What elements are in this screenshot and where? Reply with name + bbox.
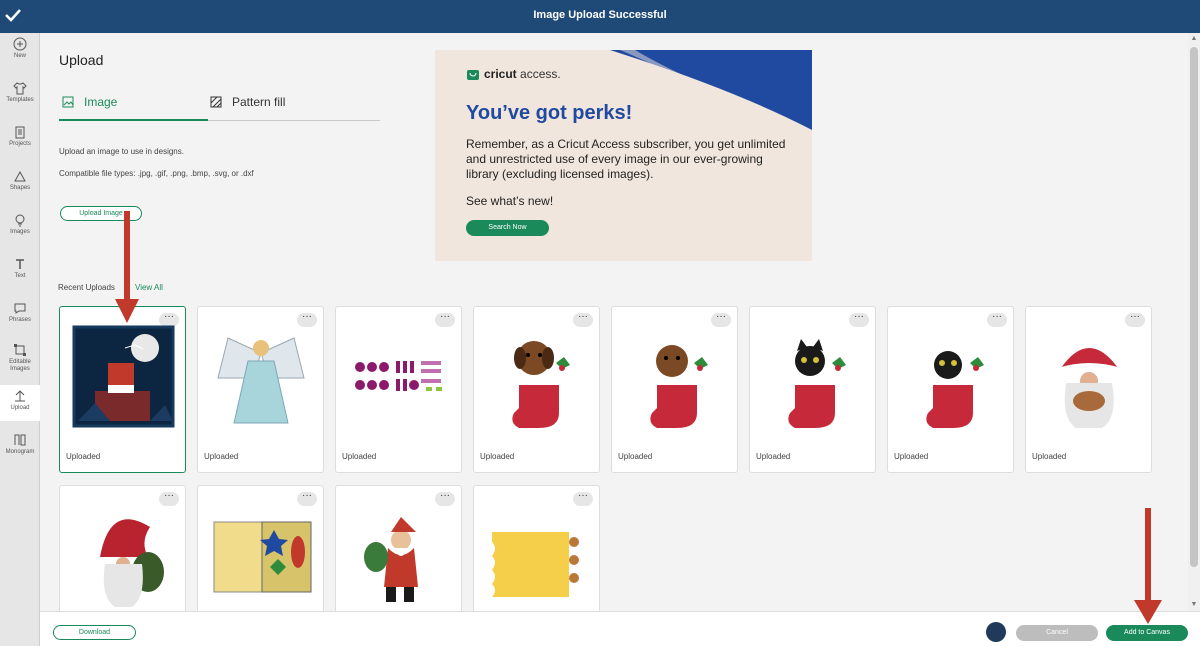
upload-caption: Uploaded <box>618 452 653 461</box>
santa-toys-thumbnail <box>364 517 418 602</box>
ornament-card-thumbnail <box>213 521 312 593</box>
tab-pattern-fill[interactable]: Pattern fill <box>210 95 285 121</box>
upload-card[interactable]: ··· Uploaded <box>887 306 1014 473</box>
scroll-up-icon[interactable]: ▲ <box>1190 35 1198 43</box>
sidebar-item-label: Templates <box>6 97 34 103</box>
page-title: Image Upload Successful <box>533 9 667 21</box>
cricut-bag-icon <box>467 70 479 80</box>
plus-circle-icon <box>13 37 27 51</box>
upload-caption: Uploaded <box>480 452 515 461</box>
puppy-stocking-thumbnail-2 <box>650 345 708 428</box>
pattern-icon <box>210 96 222 108</box>
scrollbar-thumb[interactable] <box>1190 47 1198 567</box>
sidebar-item-text[interactable]: Text <box>0 257 40 280</box>
gnome-cookies-thumbnail <box>1058 348 1121 428</box>
kitten-stocking-thumbnail-2 <box>926 351 984 428</box>
download-button[interactable]: Download <box>53 625 136 640</box>
annotation-arrow-down-add <box>1134 508 1162 624</box>
promo-body: Remember, as a Cricut Access subscriber,… <box>466 137 786 181</box>
sidebar-item-phrases[interactable]: Phrases <box>0 301 40 324</box>
yellow-gingerbread-card-thumbnail <box>492 532 579 597</box>
upload-card[interactable]: ··· Uploaded <box>59 306 186 473</box>
sidebar-item-shapes[interactable]: Shapes <box>0 169 40 192</box>
gnome-red-thumbnail <box>100 519 164 607</box>
upload-caption: Uploaded <box>756 452 791 461</box>
sidebar-item-editable-images[interactable]: Editable Images <box>0 343 40 373</box>
sidebar-item-label: Projects <box>9 141 31 147</box>
sidebar-item-templates[interactable]: Templates <box>0 81 40 104</box>
image-icon <box>62 96 74 108</box>
sidebar-item-label: Monogram <box>5 449 35 455</box>
sidebar-item-label: Images <box>10 229 30 235</box>
monogram-icon <box>14 434 26 446</box>
cancel-button[interactable]: Cancel <box>1016 625 1098 641</box>
sidebar-item-monogram[interactable]: Monogram <box>0 433 40 456</box>
sidebar-item-label: Phrases <box>8 317 31 323</box>
scrollbar[interactable]: ▲ ▼ <box>1188 33 1200 611</box>
promo-whats-new: See what’s new! <box>466 194 554 208</box>
sidebar-item-label: Upload <box>10 405 30 411</box>
avatar[interactable] <box>986 622 1006 642</box>
upload-panel: Upload Image Pattern fill Upload an imag… <box>40 33 1188 646</box>
clipboard-icon <box>15 126 25 139</box>
upload-caption: Uploaded <box>894 452 929 461</box>
puppy-stocking-thumbnail <box>512 341 570 428</box>
upload-card[interactable]: ··· Uploaded <box>335 306 462 473</box>
bulb-icon <box>15 214 25 227</box>
shirt-icon <box>13 82 27 95</box>
upload-caption: Uploaded <box>342 452 377 461</box>
text-icon <box>16 259 24 269</box>
angel-thumbnail <box>217 337 305 424</box>
sidebar-item-label: New <box>13 53 26 59</box>
sidebar: New Templates Projects Shapes Images Tex… <box>0 33 40 646</box>
sidebar-item-label: Shapes <box>9 185 31 191</box>
sidebar-item-new[interactable]: New <box>0 37 40 60</box>
upload-card[interactable]: ··· Uploaded <box>611 306 738 473</box>
panel-title: Upload <box>59 52 104 68</box>
sidebar-item-projects[interactable]: Projects <box>0 125 40 148</box>
tab-label: Pattern fill <box>232 95 286 109</box>
tab-image[interactable]: Image <box>62 95 117 121</box>
upload-card[interactable]: ··· Uploaded <box>473 306 600 473</box>
cricut-access-logo: cricut access. <box>466 67 561 81</box>
shapes-icon <box>14 170 26 182</box>
speech-bubble-icon <box>14 303 26 314</box>
top-bar: Image Upload Successful <box>0 0 1200 33</box>
tab-label: Image <box>84 95 118 109</box>
santa-chimney-thumbnail <box>72 325 175 428</box>
search-now-button[interactable]: Search Now <box>466 220 549 236</box>
purple-pattern-thumbnail <box>355 361 442 391</box>
upload-card[interactable]: ··· Uploaded <box>1025 306 1152 473</box>
upload-card[interactable]: ··· Uploaded <box>197 306 324 473</box>
file-types-text: Compatible file types: .jpg, .gif, .png,… <box>59 169 254 178</box>
view-all-link[interactable]: View All <box>135 283 163 292</box>
upload-icon <box>15 390 25 402</box>
kitten-stocking-thumbnail <box>788 339 846 428</box>
promo-headline: You’ve got perks! <box>466 102 633 124</box>
sidebar-item-images[interactable]: Images <box>0 213 40 236</box>
upload-card[interactable]: ··· Uploaded <box>749 306 876 473</box>
sidebar-item-label: Editable Images <box>9 359 31 372</box>
annotation-arrow-down <box>115 211 139 323</box>
cricut-access-promo: cricut access. You’ve got perks! Remembe… <box>435 50 812 261</box>
active-tab-indicator <box>59 119 208 121</box>
upload-caption: Uploaded <box>1032 452 1067 461</box>
bottom-bar: Download Cancel Add to Canvas <box>40 611 1200 646</box>
upload-caption: Uploaded <box>204 452 239 461</box>
recent-uploads-label: Recent Uploads <box>58 283 115 292</box>
upload-caption: Uploaded <box>66 452 101 461</box>
scroll-down-icon[interactable]: ▼ <box>1190 601 1198 609</box>
sidebar-item-upload[interactable]: Upload <box>0 385 40 421</box>
sidebar-item-label: Text <box>14 273 26 279</box>
add-to-canvas-button[interactable]: Add to Canvas <box>1106 625 1188 641</box>
upload-description: Upload an image to use in designs. <box>59 147 184 156</box>
editable-images-icon <box>14 344 26 356</box>
